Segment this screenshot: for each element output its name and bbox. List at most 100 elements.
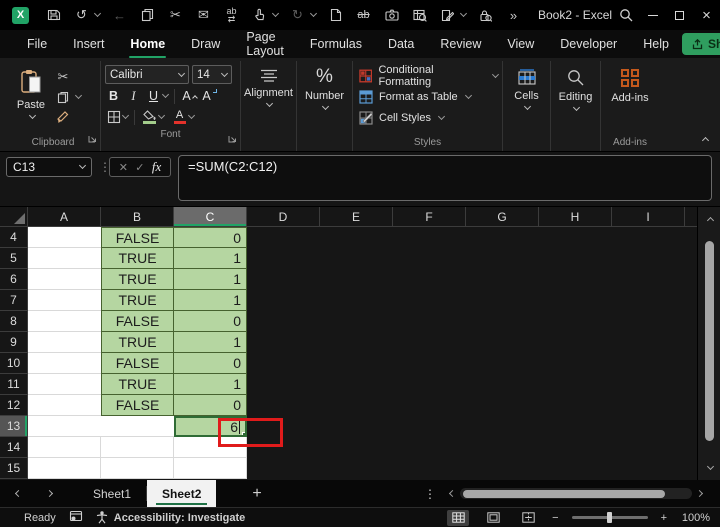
cell[interactable] xyxy=(101,437,174,458)
paste-dropdown-icon[interactable] xyxy=(28,111,36,120)
name-box[interactable]: C13 xyxy=(6,157,92,177)
cell[interactable]: 0 xyxy=(174,311,247,332)
vertical-scroll-thumb[interactable] xyxy=(705,241,714,441)
row-header[interactable]: 15 xyxy=(0,458,28,479)
row-header[interactable]: 8 xyxy=(0,311,28,332)
row-header-active[interactable]: 13 xyxy=(0,416,28,437)
borders-dropdown-icon[interactable] xyxy=(121,111,130,120)
number-button[interactable]: % Number xyxy=(301,63,348,151)
copy-button[interactable] xyxy=(52,87,83,107)
tab-view[interactable]: View xyxy=(494,30,547,58)
cell[interactable] xyxy=(174,458,247,479)
cell[interactable] xyxy=(28,332,101,353)
cell[interactable]: 0 xyxy=(174,395,247,416)
cell[interactable] xyxy=(101,458,174,479)
tab-home[interactable]: Home xyxy=(117,30,178,58)
row-header[interactable]: 4 xyxy=(0,227,28,248)
cell[interactable]: FALSE xyxy=(101,353,174,374)
cell-styles-button[interactable]: Cell Styles xyxy=(357,107,498,128)
workbook-statistics-icon[interactable] xyxy=(411,6,428,24)
redo-icon[interactable]: ↻ xyxy=(289,6,306,24)
find-replace-icon[interactable]: ab ⇄ xyxy=(223,6,240,24)
redo-dropdown-icon[interactable] xyxy=(309,9,318,18)
select-all-corner[interactable] xyxy=(0,207,28,227)
cells-button[interactable]: Cells xyxy=(507,63,546,151)
row-header[interactable]: 14 xyxy=(0,437,28,458)
minimize-button[interactable] xyxy=(639,0,666,30)
fill-color-button[interactable] xyxy=(141,108,158,126)
cancel-icon[interactable]: ✕ xyxy=(119,161,128,174)
add-sheet-button[interactable]: + xyxy=(252,480,261,507)
tab-help[interactable]: Help xyxy=(630,30,682,58)
undo-icon[interactable]: ↺ xyxy=(73,6,90,24)
horizontal-scroll-thumb[interactable] xyxy=(463,489,665,498)
row-header[interactable]: 11 xyxy=(0,374,28,395)
horizontal-scrollbar[interactable] xyxy=(448,480,704,507)
undo-dropdown-icon[interactable] xyxy=(93,9,102,18)
addins-button[interactable]: Add-ins xyxy=(605,63,655,134)
cell[interactable] xyxy=(28,416,101,437)
vertical-scrollbar[interactable] xyxy=(697,207,720,480)
sheet-tab-sheet2[interactable]: Sheet2 xyxy=(147,480,217,507)
zoom-out-button[interactable]: − xyxy=(552,512,558,524)
cell[interactable]: 0 xyxy=(174,227,247,248)
cell[interactable]: FALSE xyxy=(101,311,174,332)
fill-color-dropdown-icon[interactable] xyxy=(157,111,166,120)
tab-review[interactable]: Review xyxy=(427,30,494,58)
bold-button[interactable]: B xyxy=(105,87,122,105)
cell[interactable] xyxy=(28,311,101,332)
cell[interactable]: 1 xyxy=(174,269,247,290)
search-icon[interactable] xyxy=(612,0,639,30)
edit-form-dropdown-icon[interactable] xyxy=(459,9,468,18)
cell[interactable] xyxy=(28,353,101,374)
insert-function-icon[interactable]: fx xyxy=(152,159,161,175)
scroll-up-icon[interactable] xyxy=(698,211,720,227)
email-icon[interactable]: ✉ xyxy=(195,6,212,24)
next-sheet-icon[interactable] xyxy=(45,489,54,498)
tab-draw[interactable]: Draw xyxy=(178,30,233,58)
cell[interactable]: TRUE xyxy=(101,332,174,353)
column-header-g[interactable]: G xyxy=(466,207,539,227)
underline-dropdown-icon[interactable] xyxy=(161,90,170,99)
maximize-button[interactable] xyxy=(666,0,693,30)
conditional-formatting-button[interactable]: Conditional Formatting xyxy=(357,64,500,88)
column-header-partial[interactable] xyxy=(685,207,697,227)
cell[interactable] xyxy=(28,269,101,290)
borders-button[interactable] xyxy=(105,108,122,126)
cell[interactable]: 1 xyxy=(174,332,247,353)
alignment-button[interactable]: Alignment xyxy=(244,63,293,151)
cell[interactable] xyxy=(28,395,101,416)
cell[interactable]: TRUE xyxy=(101,269,174,290)
collapse-ribbon-icon[interactable] xyxy=(701,136,710,145)
cell[interactable]: 0 xyxy=(174,353,247,374)
camera-icon[interactable] xyxy=(383,6,400,24)
column-header-e[interactable]: E xyxy=(320,207,393,227)
macro-record-icon[interactable] xyxy=(69,510,83,525)
column-header-f[interactable]: F xyxy=(393,207,466,227)
column-header-c[interactable]: C xyxy=(174,207,247,227)
share-button[interactable]: Share xyxy=(681,33,720,55)
cell[interactable] xyxy=(28,227,101,248)
paste-button[interactable]: Paste xyxy=(10,63,52,134)
decrease-font-button[interactable]: A xyxy=(201,87,218,105)
cell[interactable]: FALSE xyxy=(101,395,174,416)
row-header[interactable]: 5 xyxy=(0,248,28,269)
font-name-select[interactable]: Calibri xyxy=(105,65,189,84)
zoom-slider[interactable] xyxy=(571,512,648,523)
name-box-dropdown-icon[interactable] xyxy=(78,161,87,170)
sheet-tab-sheet1[interactable]: Sheet1 xyxy=(78,480,146,507)
cell[interactable] xyxy=(28,248,101,269)
page-layout-view-button[interactable] xyxy=(482,510,504,526)
tab-data[interactable]: Data xyxy=(375,30,427,58)
save-icon[interactable] xyxy=(45,6,62,24)
close-button[interactable]: × xyxy=(693,0,720,30)
cell[interactable]: TRUE xyxy=(101,248,174,269)
format-as-table-button[interactable]: Format as Table xyxy=(357,86,498,107)
cell[interactable]: TRUE xyxy=(101,290,174,311)
zoom-level[interactable]: 100% xyxy=(680,512,710,524)
row-header[interactable]: 7 xyxy=(0,290,28,311)
increase-font-button[interactable]: A xyxy=(181,87,198,105)
enter-icon[interactable]: ✓ xyxy=(135,161,144,174)
edit-form-icon[interactable] xyxy=(439,6,456,24)
column-header-b[interactable]: B xyxy=(101,207,174,227)
